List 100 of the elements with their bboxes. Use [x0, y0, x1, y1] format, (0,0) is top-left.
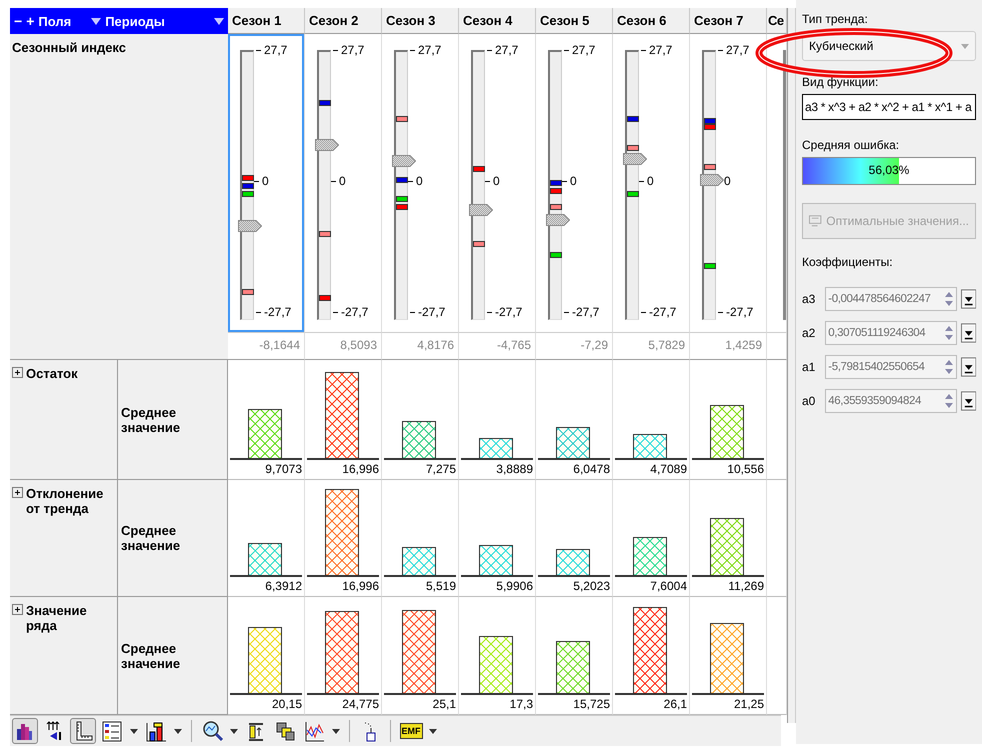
bar-value: 6,3912 [264, 578, 302, 595]
bar-value: 6,0478 [572, 461, 610, 478]
bar-value: 7,275 [424, 461, 456, 478]
chart-3d-button[interactable] [12, 718, 38, 744]
collapse-all-button[interactable]: − [14, 13, 22, 29]
bar-value: 20,15 [270, 696, 302, 713]
slider-thumb[interactable] [623, 152, 647, 165]
caret-icon[interactable] [174, 728, 182, 734]
coefficient-label: a1 [802, 360, 816, 374]
column-chart-icon [145, 720, 167, 742]
index-value: 5,7829 [648, 338, 685, 352]
bar-value: 15,725 [572, 696, 610, 713]
index-value: 1,4259 [725, 338, 762, 352]
legend-icon [101, 720, 123, 742]
slider-thumb[interactable] [700, 174, 724, 186]
scale-label: -27,7 [495, 305, 522, 319]
measure-label: Среднее значение [121, 640, 182, 670]
scale-label: 0 [570, 174, 577, 188]
bar-value: 5,519 [424, 578, 456, 595]
scale-label: -27,7 [572, 305, 600, 319]
function-field[interactable]: a3 * x^3 + a2 * x^2 + a1 * x^1 + a [802, 94, 976, 120]
index-value: -4,765 [496, 338, 531, 352]
slider-thumb[interactable] [469, 204, 493, 216]
slider-thumb[interactable] [238, 220, 262, 232]
scale-label: 27,7 [341, 43, 364, 57]
column-header[interactable]: Се [767, 8, 787, 34]
expand-icon[interactable] [12, 604, 23, 615]
index-value: 8,5093 [340, 338, 377, 352]
scale-label: 0 [493, 174, 500, 188]
row-header: Значение ряда [26, 603, 88, 633]
caret-icon[interactable] [332, 728, 340, 734]
bar-value: 9,7073 [264, 461, 302, 478]
bar-value: 26,1 [662, 696, 687, 713]
row-header: Остаток [26, 366, 78, 381]
slider-thumb[interactable] [315, 139, 339, 152]
scale-label: -27,7 [341, 305, 368, 319]
dropdown-button[interactable] [960, 323, 976, 343]
caret-icon [961, 44, 969, 48]
field-label: Коэффициенты: [802, 255, 893, 269]
column-header[interactable]: Сезон 4 [459, 8, 536, 34]
index-value: 4,8176 [417, 338, 454, 352]
caret-icon[interactable] [429, 728, 437, 734]
coefficient-label: a3 [802, 292, 816, 306]
zoom-icon [201, 720, 223, 742]
dropdown-icon[interactable] [214, 18, 224, 24]
dropdown-button[interactable] [960, 357, 976, 377]
scale-label: 27,7 [264, 43, 288, 57]
column-header[interactable]: Сезон 7 [690, 8, 767, 34]
measure-label: Среднее значение [121, 523, 182, 553]
row-header: Отклонение от тренда [26, 486, 104, 516]
line-chart-icon [303, 720, 325, 742]
periods-button[interactable]: Периоды [105, 14, 165, 28]
bar-value: 5,9906 [495, 578, 533, 595]
bar-value: 25,1 [432, 696, 456, 713]
bar-value: 17,3 [508, 696, 533, 713]
slider-thumb[interactable] [392, 155, 416, 168]
scale-label: 0 [416, 174, 423, 188]
scale-label: 0 [339, 174, 346, 188]
scale-label: 27,7 [495, 43, 518, 57]
fields-button[interactable]: Поля [38, 14, 72, 28]
column-header[interactable]: Сезон 3 [382, 8, 459, 34]
scale-label: 0 [647, 174, 654, 188]
scale-label: -27,7 [418, 305, 446, 319]
bar-value: 3,8889 [495, 461, 533, 478]
scale-label: -27,7 [264, 305, 292, 319]
scale-label: 0 [724, 174, 731, 188]
scale-label: 27,7 [572, 43, 596, 57]
field-label: Средняя ошибка: [802, 138, 900, 152]
slider-thumb[interactable] [546, 214, 570, 226]
bar-value: 16,996 [341, 578, 379, 595]
column-header[interactable]: Сезон 5 [536, 8, 613, 34]
index-value: -8,1644 [259, 338, 300, 352]
field-label: Тип тренда: [802, 12, 868, 26]
bar-value: 5,2023 [572, 578, 610, 595]
measure-label: Среднее значение [121, 404, 182, 434]
expand-icon[interactable] [12, 367, 23, 378]
caret-icon[interactable] [230, 728, 238, 734]
window-icon [809, 215, 822, 227]
column-header[interactable]: Сезон 6 [613, 8, 690, 34]
coefficient-label: a0 [802, 394, 816, 408]
index-value: -7,29 [580, 338, 608, 352]
ruler-button[interactable] [70, 718, 96, 744]
slider-cell[interactable]: 27,7 0 -27,7 [228, 34, 305, 332]
column-header[interactable]: Сезон 2 [305, 8, 382, 34]
expand-all-button[interactable]: + [26, 13, 34, 29]
row-header: Сезонный индекс [10, 34, 228, 360]
coefficient-label: a2 [802, 326, 816, 340]
bar-value: 11,269 [727, 578, 764, 595]
bar-value: 7,6004 [649, 578, 687, 595]
dropdown-icon[interactable] [91, 18, 102, 24]
expand-icon[interactable] [12, 487, 23, 498]
dropdown-button[interactable] [960, 391, 976, 411]
scale-label: 27,7 [649, 43, 672, 57]
scale-label: -27,7 [649, 305, 676, 319]
column-header[interactable]: Сезон 1 [228, 8, 305, 34]
bar-value: 21,25 [732, 696, 764, 713]
dropdown-button[interactable] [960, 289, 976, 309]
scale-label: 27,7 [418, 43, 442, 57]
bar-value: 4,7089 [649, 461, 687, 478]
caret-icon[interactable] [130, 728, 138, 734]
